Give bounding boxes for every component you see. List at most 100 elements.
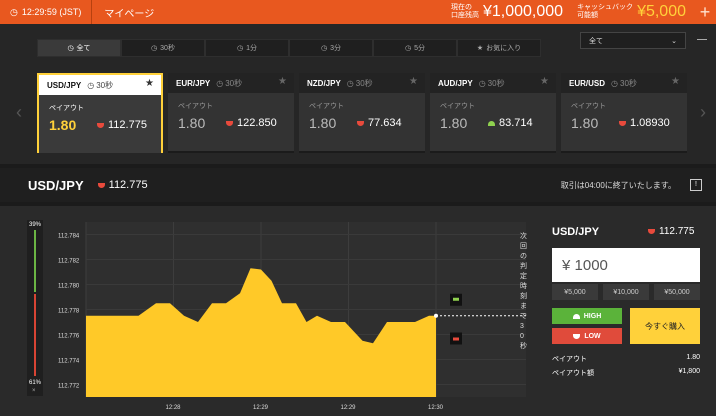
chevron-right-icon[interactable]: › xyxy=(700,102,706,123)
chevron-left-icon[interactable]: ‹ xyxy=(16,102,22,123)
countdown-char: で xyxy=(520,313,527,320)
instrument-panel: ◷ 全て ◷ 30秒 ◷ 1分 ◷ 3分 ◷ 5分 ★ お気に入り 全て ⌄ ‹ › USD… xyxy=(0,24,716,164)
high-bar xyxy=(34,230,36,292)
clock-icon: ◷ xyxy=(10,6,18,17)
clock-icon: ◷ xyxy=(236,45,244,52)
low-bar xyxy=(34,294,36,376)
y-tick-label: 112.772 xyxy=(58,384,80,390)
clock-icon: ◷ xyxy=(216,78,224,88)
payout-value: 1.80 xyxy=(571,115,599,131)
countdown-char: 刻 xyxy=(520,291,527,300)
sentiment-gauge: 39% 61% × xyxy=(27,220,43,396)
add-funds-button[interactable]: + xyxy=(694,2,716,23)
up-arrow-icon xyxy=(572,313,580,319)
countdown-char: 回 xyxy=(520,242,527,250)
countdown-char: 判 xyxy=(520,261,527,270)
down-arrow-icon xyxy=(357,120,364,126)
countdown-char: 時 xyxy=(520,282,527,290)
trading-end-message: 取引は04:00に終了いたします。 xyxy=(560,180,676,190)
clock-time: 12:29:59 (JST) xyxy=(21,7,82,17)
down-arrow-icon xyxy=(573,333,581,339)
star-icon[interactable]: ★ xyxy=(540,76,549,87)
countdown-char: 秒 xyxy=(520,341,527,350)
tab-5m[interactable]: ◷ 5分 xyxy=(373,39,457,57)
low-button[interactable]: LOW xyxy=(552,328,622,344)
minimize-icon[interactable] xyxy=(697,39,707,40)
clock-icon: ◷ xyxy=(87,80,95,90)
countdown-char: 0 xyxy=(520,333,524,340)
tab-favorites[interactable]: ★ お気に入り xyxy=(457,39,541,57)
clock-icon: ◷ xyxy=(320,45,328,52)
clock-icon: ◷ xyxy=(478,78,486,88)
amount-input[interactable] xyxy=(552,248,700,282)
star-icon[interactable]: ★ xyxy=(145,78,154,89)
x-tick-label: 12:30 xyxy=(428,405,444,411)
card-audjpy[interactable]: AUD/JPY ◷ 30秒 ★ ペイアウト 1.80 83.714 xyxy=(430,73,556,153)
up-arrow-icon xyxy=(453,297,459,301)
low-percent: 61% xyxy=(29,380,42,386)
current-price-dot xyxy=(434,313,438,318)
payout-value: 1.80 xyxy=(49,117,77,133)
clock-icon: ◷ xyxy=(151,45,158,52)
y-tick-label: 112.780 xyxy=(58,284,80,290)
payout-value: 1.80 xyxy=(309,115,337,131)
filter-select[interactable]: 全て ⌄ xyxy=(580,32,686,49)
card-nzdjpy[interactable]: NZD/JPY ◷ 30秒 ★ ペイアウト 1.80 77.634 xyxy=(299,73,425,153)
buy-now-button[interactable]: 今すぐ購入 xyxy=(630,308,700,344)
quick-amount-5000[interactable]: ¥5,000 xyxy=(552,284,598,300)
top-bar: ◷ 12:29:59 (JST) マイページ 現在の 口座残高 ¥1,000,00… xyxy=(0,0,716,24)
clock-icon: ◷ xyxy=(611,78,618,88)
tab-3m[interactable]: ◷ 3分 xyxy=(289,39,373,57)
selected-pair: USD/JPY xyxy=(28,177,84,193)
clock: ◷ 12:29:59 (JST) xyxy=(0,0,93,24)
card-eurusd[interactable]: EUR/USD ◷ 30秒 ★ ペイアウト 1.80 1.08930 xyxy=(561,73,687,153)
close-icon[interactable]: × xyxy=(32,388,36,394)
selected-pair-bar: USD/JPY 112.775 取引は04:00に終了いたします。 ! xyxy=(0,168,716,202)
down-arrow-icon xyxy=(619,120,626,126)
down-arrow-icon xyxy=(226,120,233,126)
star-icon[interactable]: ★ xyxy=(671,76,680,87)
x-tick-label: 12:28 xyxy=(166,405,182,411)
down-arrow-icon xyxy=(97,122,104,128)
price-chart: 112.784 112.782 112.780 112.778 112.776 112.7… xyxy=(58,222,527,411)
tab-all[interactable]: ◷ 全て xyxy=(37,39,121,57)
chevron-down-icon: ⌄ xyxy=(671,37,677,45)
payout-row: ペイアウト 1.80 xyxy=(552,354,700,363)
quick-amount-10000[interactable]: ¥10,000 xyxy=(603,284,649,300)
info-icon[interactable]: ! xyxy=(690,179,702,191)
x-tick-label: 12:29 xyxy=(341,405,357,411)
star-icon: ★ xyxy=(476,45,484,52)
down-arrow-icon xyxy=(453,337,459,341)
countdown-char: の xyxy=(520,253,527,260)
star-icon[interactable]: ★ xyxy=(409,76,418,87)
payout-amount-row: ペイアウト額 ¥1,800 xyxy=(552,368,700,377)
account-balance: ¥1,000,000 xyxy=(482,3,564,20)
instrument-cards: USD/JPY ◷ 30秒 ★ ペイアウト 1.80 112.775 EUR/JPY ◷… xyxy=(37,73,687,153)
chart-area: 39% 61% × 112.784 112.782 112.780 112.778 11… xyxy=(0,206,716,416)
y-tick-label: 112.784 xyxy=(58,234,80,240)
cashback-label: キャッシュバック 可能額 xyxy=(577,4,634,19)
up-arrow-icon xyxy=(488,120,495,126)
card-eurjpy[interactable]: EUR/JPY ◷ 30秒 ★ ペイアウト 1.80 122.850 xyxy=(168,73,294,153)
countdown-char: 3 xyxy=(520,323,524,330)
mypage-link[interactable]: マイページ xyxy=(92,5,166,20)
trade-pair: USD/JPY xyxy=(552,226,600,238)
down-arrow-icon xyxy=(97,182,105,188)
quick-amount-50000[interactable]: ¥50,000 xyxy=(654,284,700,300)
countdown-char: 次 xyxy=(520,231,527,240)
down-arrow-icon xyxy=(648,229,655,234)
card-usdjpy[interactable]: USD/JPY ◷ 30秒 ★ ペイアウト 1.80 112.775 xyxy=(37,73,163,153)
cashback-amount: ¥5,000 xyxy=(637,3,686,20)
y-tick-label: 112.778 xyxy=(58,309,80,315)
duration-tabs: ◷ 全て ◷ 30秒 ◷ 1分 ◷ 3分 ◷ 5分 ★ お気に入り xyxy=(37,39,541,57)
trade-rate: 112.775 xyxy=(648,226,694,237)
tab-1m[interactable]: ◷ 1分 xyxy=(205,39,289,57)
countdown-char: ま xyxy=(520,302,527,310)
high-button[interactable]: HIGH xyxy=(552,308,622,324)
star-icon[interactable]: ★ xyxy=(278,76,287,87)
tab-30s[interactable]: ◷ 30秒 xyxy=(121,39,205,57)
clock-icon: ◷ xyxy=(346,78,354,88)
high-percent: 39% xyxy=(29,222,42,228)
payout-value: 1.80 xyxy=(178,115,206,131)
clock-icon: ◷ xyxy=(67,45,74,52)
